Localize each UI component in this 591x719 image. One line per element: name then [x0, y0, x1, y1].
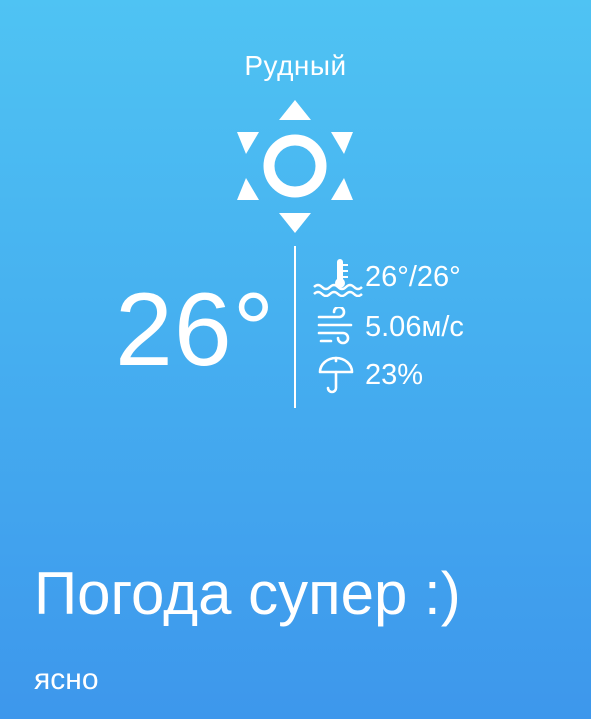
city-name: Рудный: [244, 50, 347, 81]
feels-like-row: 26°/26°: [313, 257, 461, 297]
umbrella-icon: [318, 356, 354, 394]
wind-row: 5.06м/с: [313, 307, 464, 347]
sun-icon: [237, 100, 353, 233]
precipitation-value: 23%: [365, 358, 424, 391]
wind-icon: [317, 307, 353, 345]
divider: [294, 246, 296, 408]
precipitation-row: 23%: [313, 355, 423, 395]
thermometer-water-icon: [313, 259, 363, 297]
feels-like-value: 26°/26°: [365, 260, 461, 293]
weather-headline: Погода супер :): [34, 560, 461, 627]
current-temperature: 26°: [115, 272, 276, 388]
wind-value: 5.06м/с: [365, 310, 464, 343]
weather-description: ясно: [34, 663, 99, 696]
